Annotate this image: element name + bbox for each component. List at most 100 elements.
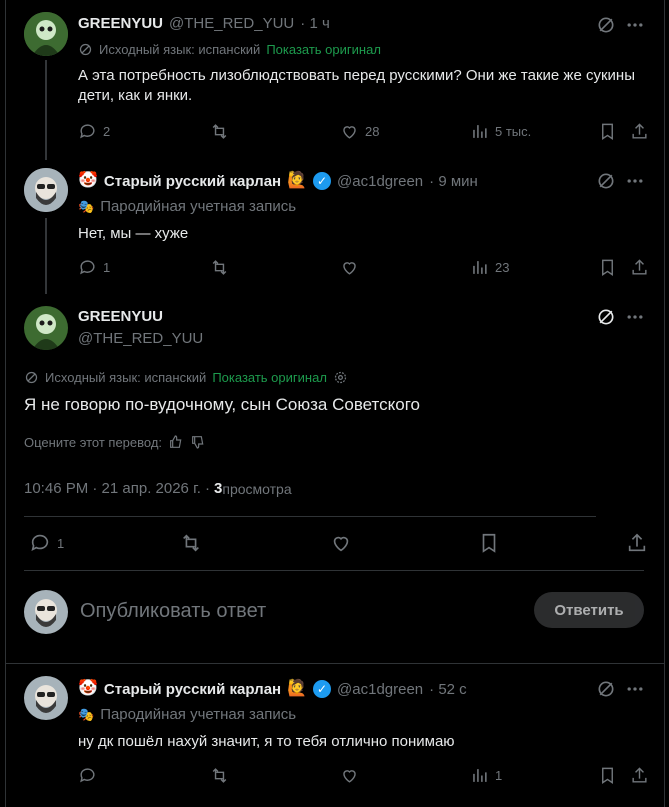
share-icon <box>632 123 647 139</box>
like-count: 28 <box>365 124 380 139</box>
avatar[interactable] <box>24 306 68 350</box>
author-handle[interactable]: @THE_RED_YUU <box>78 330 203 347</box>
views-icon <box>473 769 487 782</box>
author-name[interactable]: Старый русский карлан <box>104 173 281 190</box>
share-icon <box>628 533 646 552</box>
views-label: просмотра <box>222 480 292 497</box>
post-time[interactable]: · 1 ч <box>300 15 330 32</box>
heart-icon <box>343 126 356 139</box>
like-button[interactable] <box>340 766 359 785</box>
translate-label: Исходный язык: испанский <box>45 370 207 385</box>
heart-icon <box>333 536 349 552</box>
tweet-text: Нет, мы — хуже <box>78 225 189 242</box>
grok-icon[interactable] <box>595 306 617 328</box>
repost-icon <box>183 534 199 552</box>
like-button[interactable] <box>340 258 359 277</box>
bookmark-button[interactable] <box>598 122 617 141</box>
views-count: 23 <box>495 260 510 275</box>
reply-submit-button[interactable]: Ответить <box>534 592 644 628</box>
reply-composer-input[interactable]: Опубликовать ответ <box>80 600 520 623</box>
my-avatar[interactable] <box>24 590 68 634</box>
bookmark-icon <box>482 533 496 553</box>
person-raising-hand-emoji-icon: 🙋 <box>287 680 308 697</box>
tweet-carlan-1[interactable]: 🤡 Старый русский карлан 🙋 ✓ @ac1dgreen ·… <box>6 160 664 294</box>
tweet-text: Я не говорю по-вудочному, сын Союза Сове… <box>24 395 421 414</box>
views-count: 1 <box>495 768 503 783</box>
more-icon[interactable] <box>624 170 646 192</box>
views-button[interactable]: 1 <box>470 766 502 785</box>
post-meta: 10:46 PM · 21 апр. 2026 г. · 3 просмотра <box>24 480 292 497</box>
tweet-text: ну дк пошёл нахуй значит, я то тебя отли… <box>78 733 455 750</box>
post-time[interactable]: · 9 мин <box>429 173 478 190</box>
repost-icon <box>212 260 227 275</box>
thread-line <box>45 218 47 294</box>
repost-button[interactable] <box>180 532 202 554</box>
bookmark-icon <box>602 123 613 140</box>
author-name[interactable]: Старый русский карлан <box>104 681 281 698</box>
post-timestamp[interactable]: 10:46 PM · 21 апр. 2026 г. · <box>24 480 210 497</box>
more-icon[interactable] <box>624 306 646 328</box>
share-button[interactable] <box>630 766 649 785</box>
reply-button[interactable]: 1 <box>29 532 64 554</box>
clown-emoji-icon: 🤡 <box>78 172 98 189</box>
share-icon <box>632 259 647 275</box>
grok-icon[interactable] <box>595 170 617 192</box>
author-handle[interactable]: @ac1dgreen <box>337 681 423 698</box>
reply-button[interactable]: 1 <box>78 258 110 277</box>
focused-tweet: GREENYUU @THE_RED_YUU Исходный язык: исп… <box>6 294 664 664</box>
views-icon <box>473 261 487 274</box>
bookmark-button[interactable] <box>598 766 617 785</box>
repost-icon <box>212 768 227 783</box>
repost-button[interactable] <box>210 122 229 141</box>
translate-label: Исходный язык: испанский <box>99 42 261 57</box>
parody-mask-icon: 🎭 <box>78 706 95 722</box>
reply-icon <box>80 768 95 783</box>
share-button[interactable] <box>630 122 649 141</box>
translate-icon <box>25 371 38 384</box>
clown-emoji-icon: 🤡 <box>78 680 98 697</box>
bookmark-button[interactable] <box>478 532 500 554</box>
bookmark-button[interactable] <box>598 258 617 277</box>
bookmark-icon <box>602 259 613 276</box>
heart-icon <box>343 262 356 275</box>
views-icon <box>473 125 487 138</box>
repost-button[interactable] <box>210 258 229 277</box>
like-button[interactable]: 28 <box>340 122 379 141</box>
reply-icon <box>80 260 95 275</box>
grok-icon[interactable] <box>595 14 617 36</box>
avatar[interactable] <box>24 676 68 720</box>
repost-button[interactable] <box>210 766 229 785</box>
divider <box>24 516 596 517</box>
author-name[interactable]: GREENYUU <box>78 15 163 32</box>
thumbs-down-icon[interactable] <box>190 434 206 450</box>
reply-icon <box>31 534 49 551</box>
verified-badge-icon[interactable]: ✓ <box>313 680 332 698</box>
verified-badge-icon[interactable]: ✓ <box>313 172 332 190</box>
show-original-link[interactable]: Показать оригинал <box>212 370 327 385</box>
show-original-link[interactable]: Показать оригинал <box>266 42 381 57</box>
share-icon <box>632 767 647 783</box>
post-time[interactable]: · 52 с <box>429 681 467 698</box>
thumbs-up-icon[interactable] <box>168 434 184 450</box>
reply-count: 1 <box>103 260 111 275</box>
author-handle[interactable]: @THE_RED_YUU <box>169 15 294 32</box>
reply-button[interactable]: 2 <box>78 122 110 141</box>
tweet-greenyuu-1[interactable]: GREENYUU @THE_RED_YUU · 1 ч Исходный язы… <box>6 0 664 160</box>
more-icon[interactable] <box>624 678 646 700</box>
settings-gear-icon[interactable] <box>333 370 348 385</box>
more-icon[interactable] <box>624 14 646 36</box>
avatar[interactable] <box>24 12 68 56</box>
heart-icon <box>343 770 356 783</box>
author-handle[interactable]: @ac1dgreen <box>337 173 423 190</box>
views-button[interactable]: 23 <box>470 258 509 277</box>
like-button[interactable] <box>330 532 352 554</box>
avatar[interactable] <box>24 168 68 212</box>
person-raising-hand-emoji-icon: 🙋 <box>287 172 308 189</box>
tweet-carlan-2[interactable]: 🤡 Старый русский карлан 🙋 ✓ @ac1dgreen ·… <box>6 664 664 807</box>
reply-button[interactable] <box>78 766 97 785</box>
views-button[interactable]: 5 тыс. <box>470 122 531 141</box>
grok-icon[interactable] <box>595 678 617 700</box>
share-button[interactable] <box>626 532 648 554</box>
author-name[interactable]: GREENYUU <box>78 308 163 325</box>
share-button[interactable] <box>630 258 649 277</box>
